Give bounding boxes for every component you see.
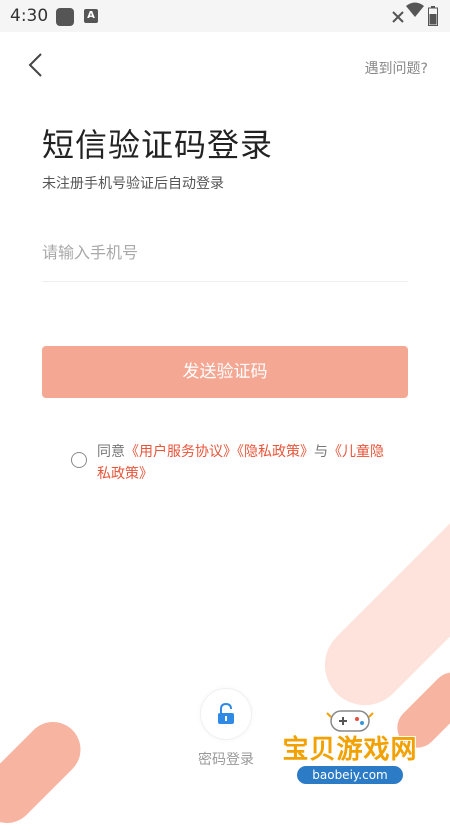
user-agreement-link[interactable]: 《用户服务协议》: [125, 444, 237, 460]
wifi-icon: [406, 2, 424, 17]
phone-input[interactable]: [42, 232, 408, 272]
app-square-icon: [56, 8, 74, 26]
help-link[interactable]: 遇到问题?: [365, 58, 428, 78]
status-time: 4:30: [10, 6, 49, 26]
lock-icon: [218, 703, 234, 724]
page-subtitle: 未注册手机号验证后自动登录: [42, 176, 224, 192]
agreement-text: 同意《用户服务协议》《隐私政策》与《儿童隐私政策》: [97, 441, 387, 485]
agreement-conjunction: 与: [314, 444, 328, 460]
password-login-label: 密码登录: [198, 752, 254, 768]
back-button[interactable]: [22, 50, 52, 80]
no-signal-icon: [392, 11, 404, 23]
send-code-button[interactable]: 发送验证码: [42, 346, 408, 398]
android-icon: A: [84, 9, 98, 23]
status-bar: 4:30 A: [0, 0, 450, 32]
page-title: 短信验证码登录: [42, 126, 274, 164]
battery-icon: [428, 6, 438, 26]
watermark-url: baobeiy.com: [297, 766, 403, 784]
agreement-prefix: 同意: [97, 444, 125, 460]
watermark-logo: 宝贝游戏网 baobeiy.com: [275, 705, 425, 795]
watermark-title: 宝贝游戏网: [282, 735, 418, 765]
decorative-shape: [0, 710, 92, 834]
lock-icon-circle: [200, 688, 252, 740]
chevron-left-icon: [28, 53, 42, 77]
agreement-checkbox[interactable]: [71, 452, 87, 468]
phone-input-underline: [42, 281, 408, 282]
privacy-policy-link[interactable]: 《隐私政策》: [237, 444, 314, 460]
